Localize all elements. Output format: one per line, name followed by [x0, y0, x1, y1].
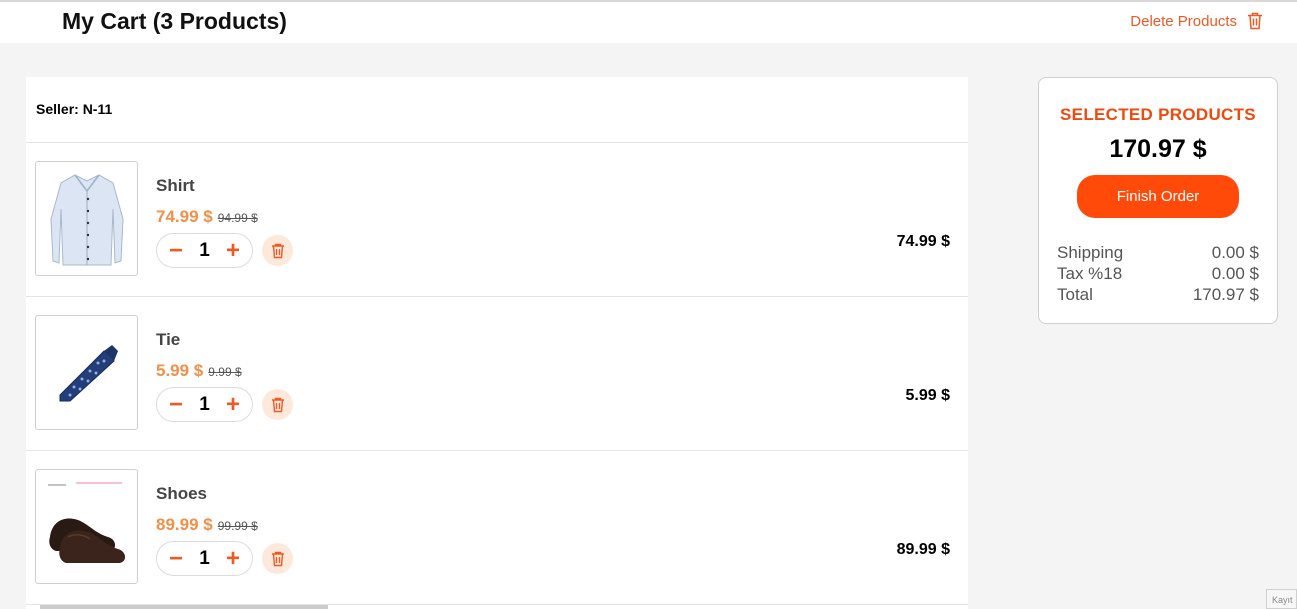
- delete-products-label: Delete Products: [1130, 12, 1237, 30]
- product-prices: 5.99 $ 9.99 $: [156, 361, 242, 381]
- quantity-value: 1: [199, 393, 210, 415]
- summary-line-value: 0.00 $: [1211, 264, 1259, 283]
- quantity-value: 1: [199, 547, 210, 569]
- minus-icon[interactable]: −: [167, 238, 185, 263]
- product-image-tie[interactable]: [35, 315, 138, 430]
- product-prices: 89.99 $ 99.99 $: [156, 515, 258, 535]
- trash-icon: [1248, 12, 1262, 30]
- summary-title: SELECTED PRODUCTS: [1060, 105, 1256, 124]
- product-image-shoes[interactable]: [35, 469, 138, 584]
- product-price: 5.99 $: [156, 361, 204, 380]
- seller-label: Seller: N-11: [26, 77, 968, 143]
- summary-line-label: Shipping: [1057, 243, 1124, 262]
- minus-icon[interactable]: −: [167, 392, 185, 417]
- product-old-price: 9.99 $: [208, 365, 242, 379]
- trash-icon: [271, 551, 284, 566]
- plus-icon[interactable]: +: [224, 546, 242, 571]
- summary-line-label: Tax %18: [1057, 264, 1123, 283]
- summary-line-shipping: Shipping 0.00 $: [1057, 242, 1259, 263]
- product-price: 89.99 $: [156, 515, 213, 534]
- remove-item-button[interactable]: [262, 543, 293, 574]
- summary-line-tax: Tax %18 0.00 $: [1057, 263, 1259, 284]
- row-total: 74.99 $: [896, 233, 950, 250]
- quantity-stepper: − 1 +: [156, 387, 253, 422]
- plus-icon[interactable]: +: [224, 392, 242, 417]
- page-title: My Cart (3 Products): [62, 8, 287, 34]
- remove-item-button[interactable]: [262, 235, 293, 266]
- finish-order-button[interactable]: Finish Order: [1077, 175, 1239, 218]
- cart-item-tie: Tie 5.99 $ 9.99 $ − 1 + 5.99 $: [26, 297, 968, 451]
- quantity-stepper: − 1 +: [156, 233, 253, 268]
- product-old-price: 99.99 $: [217, 519, 258, 533]
- summary-line-value: 170.97 $: [1192, 285, 1259, 304]
- page-header: My Cart (3 Products) Delete Products: [0, 2, 1297, 43]
- row-total: 89.99 $: [896, 541, 950, 558]
- quantity-stepper: − 1 +: [156, 541, 253, 576]
- cart-item-shoes: Shoes 89.99 $ 99.99 $ − 1 + 89.99 $: [26, 451, 968, 605]
- product-name[interactable]: Shirt: [156, 176, 195, 196]
- tie-image: [59, 344, 118, 401]
- shoes-image: [47, 482, 125, 563]
- delete-products-button[interactable]: Delete Products: [1130, 12, 1263, 30]
- product-price: 74.99 $: [156, 207, 213, 226]
- summary-line-label: Total: [1057, 285, 1093, 304]
- summary-lines: Shipping 0.00 $ Tax %18 0.00 $ Total 170…: [1057, 242, 1259, 305]
- summary-line-total: Total 170.97 $: [1057, 284, 1259, 305]
- plus-icon[interactable]: +: [224, 238, 242, 263]
- summary-amount: 170.97 $: [1109, 135, 1207, 163]
- cart-item-shirt: Shirt 74.99 $ 94.99 $ − 1 + 74.99 $: [26, 143, 968, 297]
- product-image-shirt[interactable]: [35, 161, 138, 276]
- trash-icon: [271, 397, 284, 412]
- horizontal-scrollbar[interactable]: [40, 605, 328, 609]
- quantity-value: 1: [199, 239, 210, 261]
- product-prices: 74.99 $ 94.99 $: [156, 207, 258, 227]
- cart-panel: Seller: N-11 Shirt 74.99 $ 94.99 $ − 1 +: [26, 77, 968, 609]
- row-total: 5.99 $: [905, 387, 950, 404]
- order-summary: SELECTED PRODUCTS 170.97 $ Finish Order …: [1038, 77, 1278, 324]
- product-old-price: 94.99 $: [217, 211, 258, 225]
- product-name[interactable]: Tie: [156, 330, 180, 350]
- minus-icon[interactable]: −: [167, 546, 185, 571]
- summary-line-value: 0.00 $: [1211, 243, 1259, 262]
- remove-item-button[interactable]: [262, 389, 293, 420]
- trash-icon: [271, 243, 284, 258]
- shirt-image: [49, 173, 124, 265]
- product-name[interactable]: Shoes: [156, 484, 207, 504]
- corner-badge[interactable]: Kayıt: [1266, 589, 1297, 609]
